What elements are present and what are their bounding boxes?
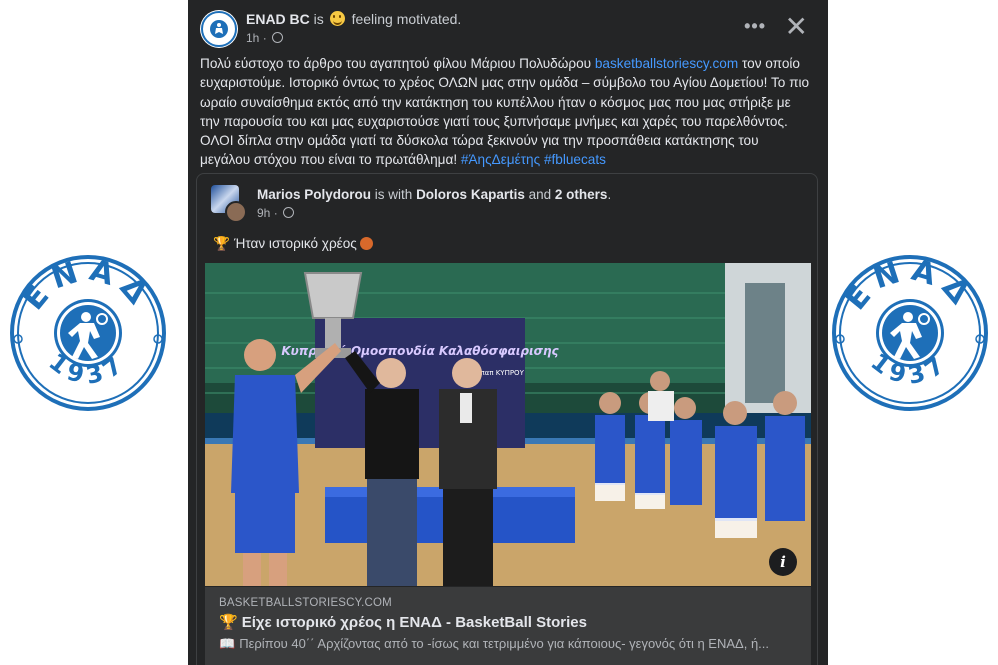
and-text: and (528, 187, 552, 202)
info-icon: i (780, 553, 786, 571)
shared-caption-text: Ήταν ιστορικό χρέος (233, 236, 357, 251)
more-dots-icon: ••• (744, 16, 766, 36)
shared-meta: 9h · (257, 206, 295, 220)
post-meta: 1h · (246, 31, 284, 45)
link-title-text: Είχε ιστορικό χρέος η ΕΝΑΔ - BasketBall … (241, 614, 587, 631)
post-body: Πολύ εύστοχο το άρθρο του αγαπητού φίλου… (200, 54, 812, 170)
close-icon: ✕ (784, 11, 808, 42)
book-icon: 📖 (219, 636, 236, 651)
shared-author-name[interactable]: Marios Polydorou (257, 187, 371, 202)
hashtag-link-1[interactable]: #ΆηςΔεμέτης (461, 152, 540, 167)
shared-author-avatar[interactable] (211, 185, 247, 223)
smiling-face-icon (329, 11, 345, 26)
tagged-person[interactable]: Doloros Kapartis (416, 187, 525, 202)
info-button[interactable]: i (769, 548, 797, 576)
avatar-secondary (225, 201, 247, 223)
feeling-text: feeling motivated. (351, 11, 462, 27)
enad-logo-right: ΕΝΑΔ 1937 (832, 253, 988, 411)
more-options-button[interactable]: ••• (744, 16, 766, 37)
enad-logo-left: ΕΝΑΔ 1937 (10, 253, 166, 411)
facebook-post: ENAD BC is feeling motivated. 1h · ••• ✕… (188, 0, 828, 665)
with-text: is with (374, 187, 413, 202)
trophy-icon: 🏆 (219, 614, 238, 631)
shared-caption: 🏆 Ήταν ιστορικό χρέος (213, 236, 373, 252)
globe-icon (272, 32, 284, 43)
others-link[interactable]: 2 others (555, 187, 608, 202)
page-avatar[interactable] (200, 10, 238, 48)
link-description-text: Περίπου 40΄΄ Αρχίζοντας από το -ίσως και… (239, 636, 770, 651)
enad-avatar-icon (201, 11, 237, 47)
post-text-part1: Πολύ εύστοχο το άρθρο του αγαπητού φίλου… (200, 56, 592, 71)
trophy-celebration-photo[interactable]: Κυπριακή Ομοσπονδία Καλαθόσφαιρισης οπαπ… (205, 263, 811, 586)
post-author-name[interactable]: ENAD BC (246, 11, 310, 27)
link-preview-card[interactable]: BASKETBALLSTORIESCY.COM 🏆 Είχε ιστορικό χ… (205, 587, 811, 665)
photo-illustration: Κυπριακή Ομοσπονδία Καλαθόσφαιρισης οπαπ… (205, 263, 811, 586)
link-description: 📖 Περίπου 40΄΄ Αρχίζοντας από το -ίσως κα… (219, 636, 799, 652)
trophy-icon: 🏆 (213, 236, 230, 251)
link-domain: BASKETBALLSTORIESCY.COM (219, 597, 392, 609)
photo-sponsor-text: οπαπ ΚΥΠΡΟΥ (476, 369, 524, 377)
globe-icon (283, 207, 295, 218)
basketball-icon (359, 237, 373, 250)
shared-author-line: Marios Polydorou is with Doloros Kaparti… (257, 187, 612, 202)
close-button[interactable]: ✕ (785, 10, 808, 44)
is-text: is (313, 11, 324, 27)
post-link[interactable]: basketballstoriescy.com (595, 56, 738, 71)
link-title: 🏆 Είχε ιστορικό χρέος η ΕΝΑΔ - BasketBall… (219, 613, 587, 631)
post-text-part2: τον οποίο ευχαριστούμε. Ιστορικό όντως τ… (200, 56, 810, 168)
post-time[interactable]: 1h (246, 31, 259, 45)
shared-post: Marios Polydorou is with Doloros Kaparti… (196, 173, 818, 665)
shared-time[interactable]: 9h (257, 206, 270, 220)
hashtag-link-2[interactable]: #fbluecats (544, 152, 606, 167)
post-author-line: ENAD BC is feeling motivated. (246, 11, 461, 27)
post-header: ENAD BC is feeling motivated. 1h · ••• ✕ (200, 10, 816, 50)
